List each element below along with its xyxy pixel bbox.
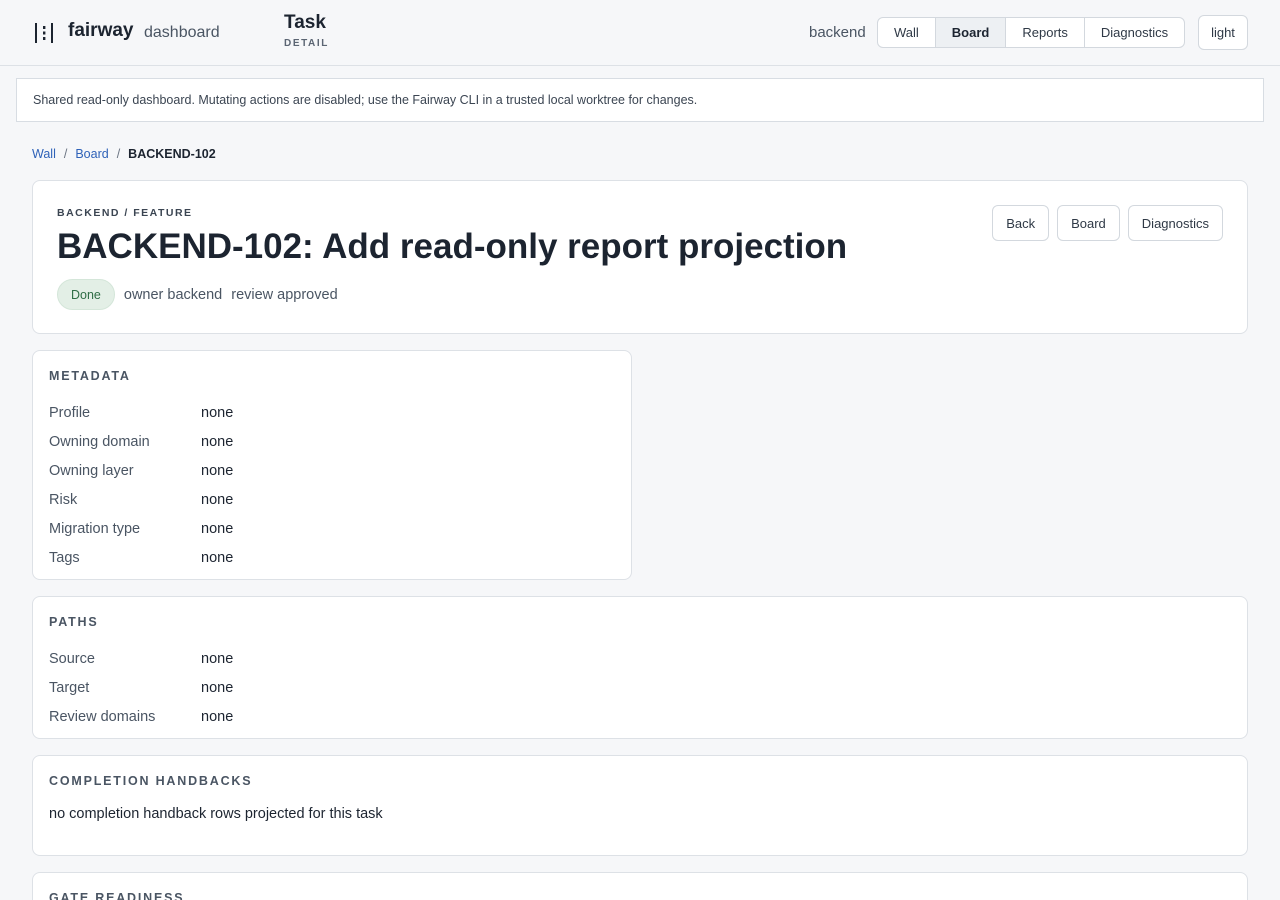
tab-board[interactable]: Board xyxy=(935,18,1007,47)
task-header-card: BACKEND / FEATURE BACKEND-102: Add read-… xyxy=(32,180,1248,334)
metadata-list: Profile none Owning domain none Owning l… xyxy=(49,398,233,572)
paths-row: Review domains none xyxy=(49,702,233,731)
metadata-row: Tags none xyxy=(49,543,233,572)
task-meta: Done owner backend review approved xyxy=(57,279,338,310)
page-kind-title: Task xyxy=(284,12,326,33)
paths-row: Source none xyxy=(49,644,233,673)
breadcrumb-current: BACKEND-102 xyxy=(128,147,216,161)
paths-list: Source none Target none Review domains n… xyxy=(49,644,233,731)
tab-reports[interactable]: Reports xyxy=(1006,18,1085,47)
gate-readiness-card: GATE READINESS xyxy=(32,872,1248,900)
paths-key: Review domains xyxy=(49,708,156,725)
metadata-value: none xyxy=(201,433,234,450)
metadata-value: none xyxy=(201,549,234,566)
brand-subtitle: dashboard xyxy=(144,24,220,41)
paths-value: none xyxy=(201,679,234,696)
breadcrumb-separator: / xyxy=(63,147,68,161)
brand-name[interactable]: fairway xyxy=(68,20,133,42)
tab-wall[interactable]: Wall xyxy=(878,18,936,47)
metadata-key: Migration type xyxy=(49,520,141,537)
handbacks-empty-state: no completion handback rows projected fo… xyxy=(49,806,383,822)
paths-card: PATHS Source none Target none Review dom… xyxy=(32,596,1248,739)
metadata-key: Owning layer xyxy=(49,462,134,479)
metadata-key: Risk xyxy=(49,491,78,508)
metadata-value: none xyxy=(201,404,234,421)
completion-handbacks-card: COMPLETION HANDBACKS no completion handb… xyxy=(32,755,1248,856)
paths-title: PATHS xyxy=(49,615,99,629)
top-bar: fairway dashboard Task DETAIL backend Wa… xyxy=(0,0,1280,66)
metadata-value: none xyxy=(201,520,234,537)
page-kind-subtitle: DETAIL xyxy=(284,38,329,49)
workspace-label: backend xyxy=(809,24,866,41)
metadata-row: Owning domain none xyxy=(49,427,233,456)
metadata-card: METADATA Profile none Owning domain none… xyxy=(32,350,632,580)
status-badge: Done xyxy=(57,279,115,310)
paths-value: none xyxy=(201,708,234,725)
breadcrumb-board-link[interactable]: Board xyxy=(75,147,108,161)
task-actions: Back Board Diagnostics xyxy=(992,205,1223,241)
task-title: BACKEND-102: Add read-only report projec… xyxy=(57,227,848,266)
task-kicker: BACKEND / FEATURE xyxy=(57,207,193,219)
paths-row: Target none xyxy=(49,673,233,702)
metadata-row: Risk none xyxy=(49,485,233,514)
breadcrumb: Wall / Board / BACKEND-102 xyxy=(32,147,216,161)
metadata-value: none xyxy=(201,462,234,479)
gate-readiness-title: GATE READINESS xyxy=(49,891,185,900)
back-button[interactable]: Back xyxy=(992,205,1050,241)
metadata-key: Profile xyxy=(49,404,91,421)
task-review-state: review approved xyxy=(231,286,338,303)
board-button[interactable]: Board xyxy=(1057,205,1120,241)
paths-key: Source xyxy=(49,650,95,667)
metadata-key: Tags xyxy=(49,549,80,566)
breadcrumb-separator: / xyxy=(116,147,121,161)
task-owner: owner backend xyxy=(123,286,223,303)
paths-value: none xyxy=(201,650,234,667)
handbacks-title: COMPLETION HANDBACKS xyxy=(49,774,253,788)
breadcrumb-wall-link[interactable]: Wall xyxy=(32,147,56,161)
fairway-logo-icon[interactable] xyxy=(34,22,54,44)
metadata-key: Owning domain xyxy=(49,433,150,450)
metadata-row: Migration type none xyxy=(49,514,233,543)
metadata-value: none xyxy=(201,491,234,508)
tab-diagnostics[interactable]: Diagnostics xyxy=(1085,18,1184,47)
paths-key: Target xyxy=(49,679,90,696)
metadata-row: Owning layer none xyxy=(49,456,233,485)
metadata-title: METADATA xyxy=(49,369,131,383)
theme-toggle-button[interactable]: light xyxy=(1198,15,1248,50)
metadata-row: Profile none xyxy=(49,398,233,427)
nav-tabs: Wall Board Reports Diagnostics xyxy=(877,17,1186,48)
diagnostics-button[interactable]: Diagnostics xyxy=(1127,205,1223,241)
read-only-notice: Shared read-only dashboard. Mutating act… xyxy=(16,78,1264,122)
